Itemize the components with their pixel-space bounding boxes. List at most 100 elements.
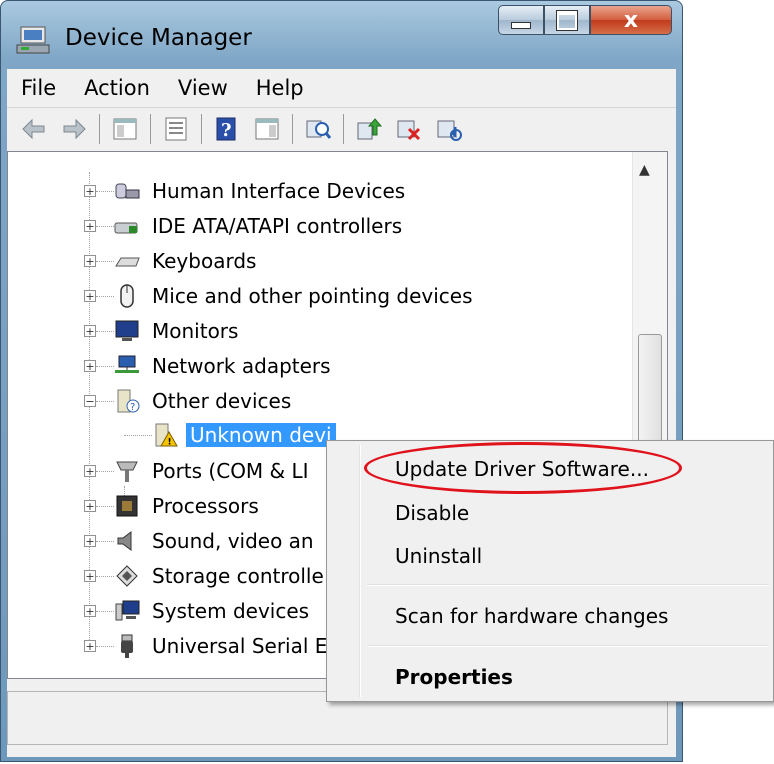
usb-icon [121,634,133,658]
show-hide-console-tree-button[interactable] [108,112,142,146]
expander-storage[interactable]: + [84,570,96,582]
processor-icon [116,495,138,517]
tree-connector [96,191,114,192]
device-manager-icon [16,26,50,54]
disable-icon [437,120,462,141]
hid-icon [115,183,140,199]
tree-connector [96,366,114,367]
unknown-device-warning-icon: ! [155,423,178,448]
tree-connector [96,261,114,262]
show-hide-console-tree-icon [113,118,137,140]
uninstall-button[interactable] [392,112,426,146]
update-driver-button[interactable] [352,112,386,146]
tree-connector [96,471,114,472]
expander-sound[interactable]: + [84,535,96,547]
menu-bar: File Action View Help [7,69,676,108]
menu-help[interactable]: Help [242,76,318,100]
other-devices-icon: ? [117,389,140,413]
close-icon: x [623,7,639,33]
menu-item-update-driver[interactable]: Update Driver Software... [395,457,649,481]
network-adapter-icon [115,355,139,373]
speaker-icon [117,531,132,551]
expander-network[interactable]: + [84,360,96,372]
tree-item-keyboards[interactable]: Keyboards [152,249,256,273]
title-bar[interactable]: Device Manager x [1,1,682,69]
system-devices-icon [115,600,140,621]
scan-hardware-icon [306,120,332,139]
expander-system[interactable]: + [84,605,96,617]
expander-human-interface[interactable]: + [84,185,96,197]
toolbar-separator [343,114,344,144]
tree-connector [96,541,114,542]
forward-button[interactable] [57,112,91,146]
update-driver-icon [357,118,383,140]
context-menu-separator [367,645,769,647]
tree-connector [96,296,114,297]
back-button[interactable] [17,112,51,146]
expander-ports[interactable]: + [84,465,96,477]
tree-item-sound[interactable]: Sound, video an [152,529,314,553]
tree-item-ports[interactable]: Ports (COM & LI [152,459,309,483]
tree-item-unknown-device[interactable]: Unknown devi [186,423,336,447]
scan-hardware-button[interactable] [301,112,335,146]
back-arrow-icon [22,118,45,140]
window-title: Device Manager [65,25,252,51]
disable-button[interactable] [432,112,466,146]
tree-item-network[interactable]: Network adapters [152,354,331,378]
toolbar-separator [292,114,293,144]
mouse-icon [120,284,134,308]
tree-connector [96,331,114,332]
tree-item-usb[interactable]: Universal Serial E [152,634,327,658]
ide-controller-icon [114,222,138,234]
maximize-button[interactable] [544,5,590,35]
storage-controller-icon [116,565,138,587]
tree-connector [96,401,114,402]
tree-connector [96,576,114,577]
toolbar-separator [150,114,151,144]
maximize-icon [556,9,578,31]
toolbar-separator [99,114,100,144]
help-button[interactable]: ? [210,112,244,146]
menu-action[interactable]: Action [70,76,164,100]
tree-item-system[interactable]: System devices [152,599,309,623]
expander-ide[interactable]: + [84,220,96,232]
menu-file[interactable]: File [7,76,70,100]
toolbar: ? [7,109,676,149]
toolbar-separator [201,114,202,144]
expander-monitors[interactable]: + [84,325,96,337]
expander-usb[interactable]: + [84,640,96,652]
menu-item-uninstall[interactable]: Uninstall [395,544,482,568]
show-action-pane-icon [255,118,279,140]
tree-connector [96,226,114,227]
uninstall-icon [397,120,421,141]
tree-item-mice[interactable]: Mice and other pointing devices [152,284,473,308]
svg-text:?: ? [130,402,135,413]
menu-item-scan-hardware[interactable]: Scan for hardware changes [395,604,668,628]
close-button[interactable]: x [590,5,672,35]
menu-item-properties[interactable]: Properties [395,665,513,689]
properties-icon [165,117,187,141]
show-action-pane-button[interactable] [250,112,284,146]
tree-item-processors[interactable]: Processors [152,494,259,518]
scroll-up-arrow-icon[interactable]: ▲ [639,162,650,178]
tree-connector [124,435,152,436]
tree-item-storage[interactable]: Storage controlle [152,564,324,588]
expander-mice[interactable]: + [84,290,96,302]
expander-keyboards[interactable]: + [84,255,96,267]
minimize-button[interactable] [498,5,544,35]
properties-button[interactable] [159,112,193,146]
help-icon: ? [216,117,236,141]
tree-connector [96,506,114,507]
tree-item-human-interface[interactable]: Human Interface Devices [152,179,405,203]
menu-item-disable[interactable]: Disable [395,501,469,525]
tree-item-monitors[interactable]: Monitors [152,319,238,343]
tree-item-other-devices[interactable]: Other devices [152,389,291,413]
context-menu-gutter [359,445,361,697]
caption-buttons: x [498,5,672,37]
ports-icon [116,461,138,482]
tree-item-ide[interactable]: IDE ATA/ATAPI controllers [152,214,402,238]
expander-other-devices[interactable]: − [84,395,96,407]
minimize-icon [511,21,531,29]
menu-view[interactable]: View [164,76,242,100]
expander-processors[interactable]: + [84,500,96,512]
